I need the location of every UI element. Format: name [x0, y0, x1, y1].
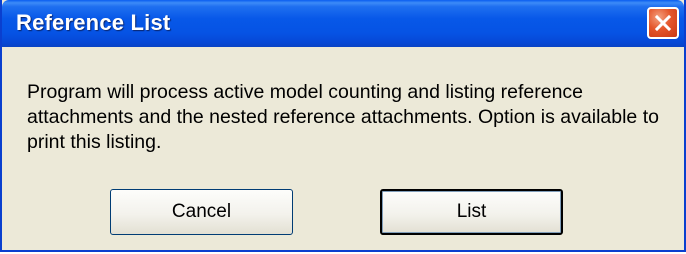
cancel-button-label: Cancel [171, 201, 232, 222]
title-bar[interactable]: Reference List [2, 0, 684, 47]
cancel-button[interactable]: Cancel [110, 189, 293, 235]
list-button[interactable]: List [380, 189, 563, 235]
close-x-icon [654, 14, 672, 32]
list-button-label: List [456, 201, 487, 222]
dialog-message: Program will process active model counti… [27, 81, 659, 153]
dialog-title: Reference List [16, 10, 171, 35]
reference-list-dialog: Reference List Program will process acti… [0, 0, 686, 252]
close-button[interactable] [647, 7, 679, 39]
